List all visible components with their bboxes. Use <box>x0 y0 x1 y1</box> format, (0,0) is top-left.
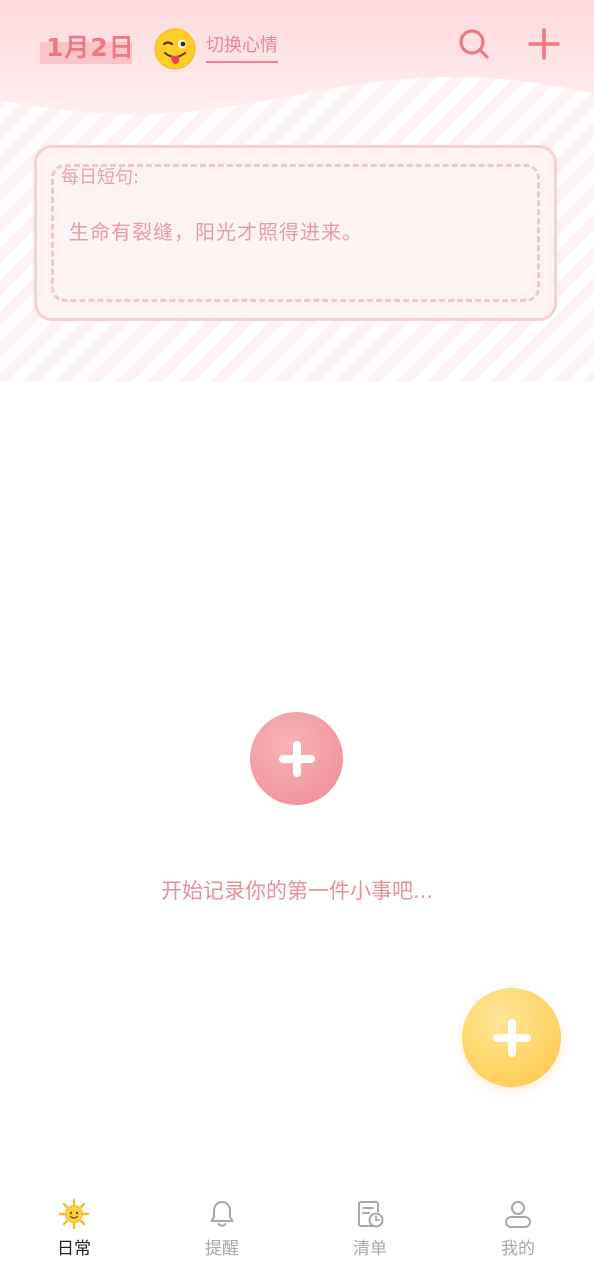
search-icon[interactable] <box>454 24 494 64</box>
tab-label: 清单 <box>353 1239 387 1259</box>
date-text: 1月2日 <box>46 33 135 62</box>
bell-icon <box>210 1201 234 1227</box>
add-plus-icon[interactable] <box>524 24 564 64</box>
floating-add-button[interactable] <box>462 988 561 1087</box>
tab-checklist[interactable]: 清单 <box>296 1190 444 1280</box>
checklist-clock-icon <box>358 1201 384 1228</box>
tab-mine[interactable]: 我的 <box>444 1190 592 1280</box>
plus-icon <box>492 1018 531 1057</box>
app-screen: 1月2日 切换心情 每日短句: 生命有裂缝，阳光才照得进来。 开始记录你的第一件… <box>0 0 594 1280</box>
quote-text: 生命有裂缝，阳光才照得进来。 <box>69 220 363 244</box>
tab-label: 我的 <box>501 1239 535 1259</box>
wink-emoji-icon[interactable] <box>154 28 196 70</box>
switch-mood-link[interactable]: 切换心情 <box>206 33 278 63</box>
empty-add-button[interactable] <box>250 712 343 805</box>
plus-icon <box>278 740 315 777</box>
tab-reminder[interactable]: 提醒 <box>148 1190 296 1280</box>
date-label: 1月2日 <box>40 30 135 66</box>
tab-daily[interactable]: 日常 <box>0 1190 148 1280</box>
tab-label: 日常 <box>57 1239 91 1259</box>
tab-label: 提醒 <box>205 1239 239 1259</box>
empty-state-hint: 开始记录你的第一件小事吧... <box>160 879 434 903</box>
quote-title: 每日短句: <box>61 167 140 188</box>
bottom-tab-bar: 日常 提醒 清单 我的 <box>0 1190 594 1280</box>
sun-icon <box>58 1198 90 1230</box>
user-icon <box>505 1201 531 1228</box>
daily-quote-card: 每日短句: 生命有裂缝，阳光才照得进来。 <box>34 145 557 321</box>
